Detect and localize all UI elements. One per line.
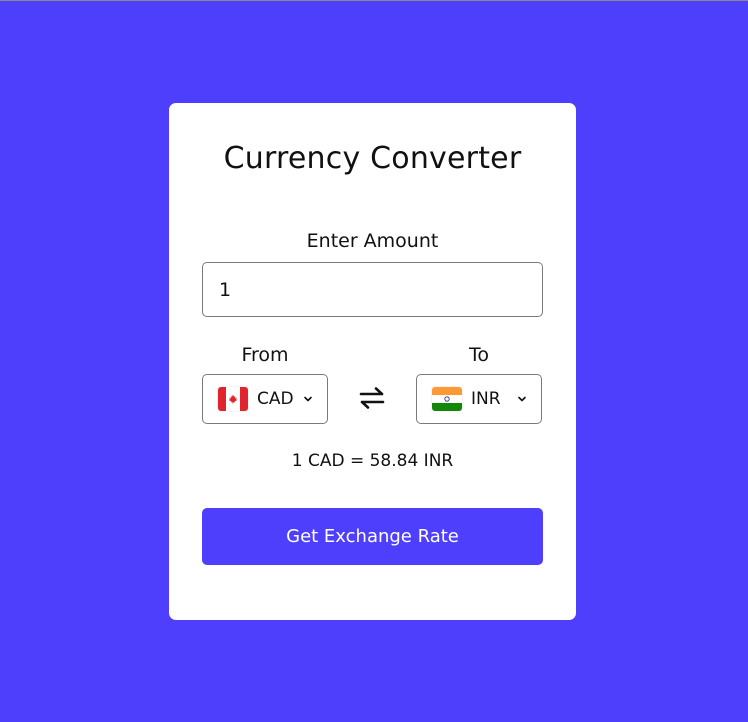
from-currency-select[interactable]: CAD (202, 374, 328, 424)
get-exchange-rate-button[interactable]: Get Exchange Rate (202, 508, 543, 565)
from-currency-code: CAD (257, 389, 294, 409)
amount-label: Enter Amount (306, 230, 439, 252)
converter-card: Currency Converter Enter Amount From To … (169, 103, 576, 620)
to-currency-select[interactable]: INR (416, 374, 542, 424)
chevron-down-icon (518, 396, 526, 402)
page-title: Currency Converter (223, 141, 522, 176)
from-label: From (241, 344, 289, 366)
to-label: To (468, 344, 489, 366)
chevron-down-icon (304, 396, 312, 402)
flag-canada-icon (218, 387, 248, 411)
flag-india-icon (432, 387, 462, 411)
exchange-rate-text: 1 CAD = 58.84 INR (291, 451, 454, 471)
swap-arrows-icon[interactable] (356, 384, 388, 412)
to-currency-code: INR (471, 389, 501, 409)
amount-input[interactable] (202, 262, 543, 317)
